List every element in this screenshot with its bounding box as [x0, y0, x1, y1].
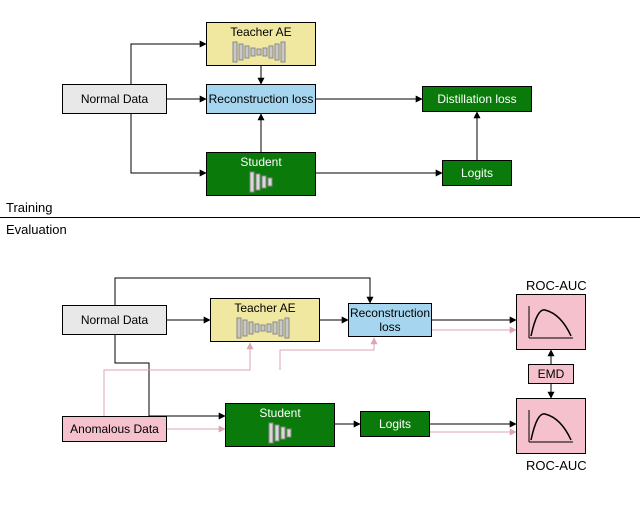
- eval-student-label: Student: [259, 406, 300, 420]
- roc-auc-top-label: ROC-AUC: [526, 278, 587, 293]
- eval-reconstruction-loss-label: Reconstruction loss: [349, 306, 431, 335]
- student-label: Student: [240, 155, 281, 169]
- teacher-ae-box: Teacher AE: [206, 22, 316, 66]
- reconstruction-loss-box: Reconstruction loss: [206, 84, 316, 114]
- eval-logits-box: Logits: [360, 411, 430, 437]
- eval-student-box: Student: [225, 403, 335, 447]
- roc-auc-top-box: [516, 294, 586, 350]
- normal-data-box: Normal Data: [62, 84, 167, 114]
- eval-logits-label: Logits: [379, 417, 411, 431]
- roc-curve-icon: [523, 300, 579, 344]
- roc-auc-bottom-box: [516, 398, 586, 454]
- eval-normal-data-box: Normal Data: [62, 305, 167, 335]
- eval-normal-data-label: Normal Data: [81, 313, 148, 327]
- normal-data-label: Normal Data: [81, 92, 148, 106]
- training-section-label: Training: [6, 200, 52, 215]
- encoder-bars-icon: [248, 171, 274, 193]
- distillation-loss-box: Distillation loss: [422, 86, 532, 112]
- eval-teacher-ae-label: Teacher AE: [234, 301, 295, 315]
- autoencoder-icon: [235, 317, 295, 339]
- anomalous-data-label: Anomalous Data: [70, 422, 159, 436]
- eval-teacher-ae-box: Teacher AE: [210, 298, 320, 342]
- encoder-bars-icon: [267, 422, 293, 444]
- autoencoder-icon: [231, 41, 291, 63]
- emd-label: EMD: [538, 367, 565, 381]
- anomalous-data-box: Anomalous Data: [62, 416, 167, 442]
- distillation-loss-label: Distillation loss: [437, 92, 516, 106]
- emd-box: EMD: [528, 364, 574, 384]
- section-divider: [0, 217, 640, 218]
- roc-curve-icon: [523, 404, 579, 448]
- roc-auc-bottom-label: ROC-AUC: [526, 458, 587, 473]
- teacher-ae-label: Teacher AE: [230, 25, 291, 39]
- logits-label: Logits: [461, 166, 493, 180]
- evaluation-section-label: Evaluation: [6, 222, 67, 237]
- eval-reconstruction-loss-box: Reconstruction loss: [348, 303, 432, 337]
- student-box: Student: [206, 152, 316, 196]
- logits-box: Logits: [442, 160, 512, 186]
- reconstruction-loss-label: Reconstruction loss: [209, 92, 314, 106]
